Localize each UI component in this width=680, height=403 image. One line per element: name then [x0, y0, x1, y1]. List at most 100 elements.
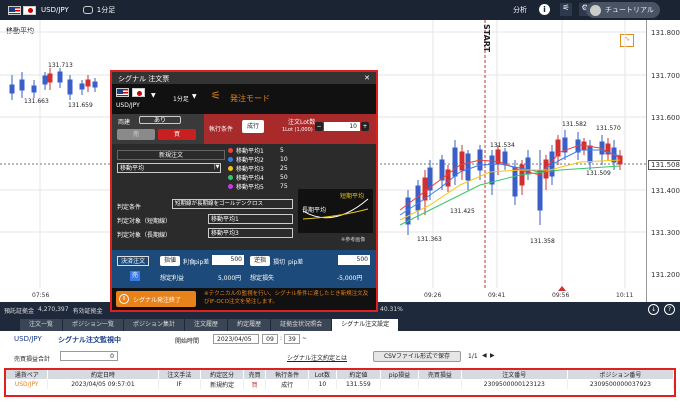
stop-signal-button[interactable]: II シグナル発注終了	[116, 291, 196, 307]
time-colon: :	[280, 335, 283, 342]
y-tick: 131.800	[651, 29, 680, 37]
column-header[interactable]: 執行条件	[265, 370, 309, 379]
tab-position-summary[interactable]: ポジション集計	[124, 319, 185, 331]
condition-label: 判定条件	[117, 204, 142, 211]
chevron-down-icon[interactable]: ▼	[151, 92, 156, 99]
column-header[interactable]: ポジション番号	[567, 370, 675, 379]
table-cell: 2309500000123123	[461, 379, 568, 389]
tab-positions[interactable]: ポジション一覧	[63, 319, 124, 331]
csv-export-button[interactable]: CSVファイル形式で保存	[373, 351, 461, 362]
tab-margin-status[interactable]: 証拠金状況照会	[271, 319, 332, 331]
stop-loss-input[interactable]: 500	[338, 255, 370, 265]
dialog-timeframe[interactable]: 1分足	[173, 94, 189, 103]
stop-loss-toggle[interactable]: 逆指	[250, 256, 270, 266]
long-target-select[interactable]: 移動平均3	[208, 228, 293, 238]
start-minute-field[interactable]: 39	[284, 334, 300, 344]
price-label: 131.363	[417, 236, 442, 243]
help-icon[interactable]: ?	[664, 304, 675, 315]
price-label: 131.570	[596, 125, 621, 132]
condition-select[interactable]: 短期線が長期線をゴールデンクロス	[172, 199, 293, 209]
jp-flag-icon	[132, 88, 145, 97]
tab-trade-history[interactable]: 約定履歴	[228, 319, 271, 331]
dialog-header: シグナル 注文票 ✕	[112, 72, 376, 84]
lot-plus-button[interactable]: +	[361, 122, 369, 131]
signal-help-link[interactable]: シグナル注文約定とは	[287, 353, 347, 362]
price-label: 131.713	[48, 62, 73, 69]
column-header[interactable]: 約定値	[336, 370, 381, 379]
ma-color-dot	[228, 166, 233, 171]
table-row[interactable]: USD/JPY 2023/04/05 09:57:01 IF 新規約定買成行 10 131…	[6, 379, 675, 389]
analysis-button[interactable]: 分析	[513, 5, 527, 15]
symbol-selector[interactable]: USD/JPY	[8, 5, 69, 15]
table-cell: 買	[243, 379, 267, 389]
tp-unit: pip差	[194, 259, 210, 266]
ma-period: 75	[280, 183, 288, 190]
start-date-field[interactable]: 2023/04/05	[213, 334, 259, 344]
x-tick: 09:56	[552, 292, 570, 299]
sell-button[interactable]: 売	[117, 129, 155, 140]
hedge-label: 両建	[118, 119, 131, 126]
lot-minus-button[interactable]: −	[315, 122, 323, 131]
short-avg-label: 短期平均	[340, 193, 365, 200]
table-cell	[380, 379, 420, 389]
page-next-icon[interactable]: ▶	[490, 352, 495, 359]
ma-item: 移動平均2 10	[228, 155, 288, 164]
x-tick: 09:41	[488, 292, 506, 299]
column-header[interactable]: Lot数	[308, 370, 337, 379]
column-header[interactable]: 約定区分	[200, 370, 245, 379]
column-header[interactable]: 約定日時	[47, 370, 159, 379]
time-tilde: ~	[302, 335, 308, 342]
column-header[interactable]: 注文番号	[461, 370, 568, 379]
exec-label: 執行条件	[209, 126, 234, 133]
start-marker: START	[482, 24, 491, 53]
tab-order-history[interactable]: 注文履歴	[185, 319, 228, 331]
ma-period: 10	[280, 156, 288, 163]
column-header[interactable]: 通貨ペア	[6, 370, 49, 379]
column-header[interactable]: 売買	[243, 370, 267, 379]
take-profit-input[interactable]: 500	[212, 255, 244, 265]
start-hour-field[interactable]: 09	[262, 334, 278, 344]
take-profit-toggle[interactable]: 指値	[160, 256, 180, 266]
table-cell: 131.559	[336, 379, 381, 389]
tutorial-button[interactable]: チュートリアル	[586, 2, 660, 18]
ma-list: 移動平均1 5 移動平均2 10 移動平均3 25 移動平均4 50 移動平均5 75	[228, 146, 288, 191]
price-label: 131.509	[586, 170, 611, 177]
chevron-down-icon[interactable]: ▼	[192, 93, 197, 100]
info-icon[interactable]: i	[539, 4, 550, 15]
short-target-select[interactable]: 移動平均1	[208, 214, 293, 224]
y-axis: 131.800 131.700 131.600 131.508 131.400 …	[646, 20, 680, 302]
us-flag-icon	[8, 5, 21, 15]
column-header[interactable]: 注文手法	[158, 370, 202, 379]
dialog-title: シグナル 注文票	[118, 75, 170, 83]
column-header[interactable]: pip損益	[380, 370, 420, 379]
table-cell: 新規約定	[200, 379, 245, 389]
buy-button[interactable]: 買	[158, 129, 196, 140]
long-avg-label: 長期平均	[302, 207, 327, 214]
table-cell: 2309500000037923	[567, 379, 675, 389]
reference-note: ※参考画像	[341, 237, 366, 243]
scroll-down-icon[interactable]: ↓	[648, 304, 659, 315]
order-mode-title: 発注モード	[230, 94, 270, 103]
table-cell: 10	[308, 379, 337, 389]
ma-name: 移動平均2	[236, 157, 264, 164]
tab-signal-order[interactable]: シグナル注文設定	[332, 319, 399, 331]
symbol-label: USD/JPY	[41, 6, 69, 14]
price-label: 131.425	[450, 208, 475, 215]
exec-market-button[interactable]: 成行	[242, 120, 264, 133]
dialog-close-icon[interactable]: ✕	[364, 74, 370, 82]
lot-label: 注文Lot数	[288, 119, 316, 126]
satellite-icon[interactable]: ⚟	[560, 3, 572, 16]
sl-sub-label: 損切	[273, 259, 286, 266]
tab-orders[interactable]: 注文一覧	[20, 319, 63, 331]
ma-period: 5	[280, 147, 284, 154]
column-header[interactable]: 売買損益	[418, 370, 462, 379]
hedge-toggle[interactable]: あり	[139, 116, 181, 124]
y-tick: 131.700	[651, 72, 680, 80]
table-cell: 2023/04/05 09:57:01	[47, 379, 159, 389]
price-label: 131.358	[530, 238, 555, 245]
table-cell: 成行	[265, 379, 309, 389]
timeframe-selector[interactable]: 1分足	[82, 5, 115, 15]
page-prev-icon[interactable]: ◀	[482, 352, 487, 359]
lot-input[interactable]: 10	[324, 122, 360, 131]
indicator-select[interactable]: 移動平均	[117, 163, 221, 173]
